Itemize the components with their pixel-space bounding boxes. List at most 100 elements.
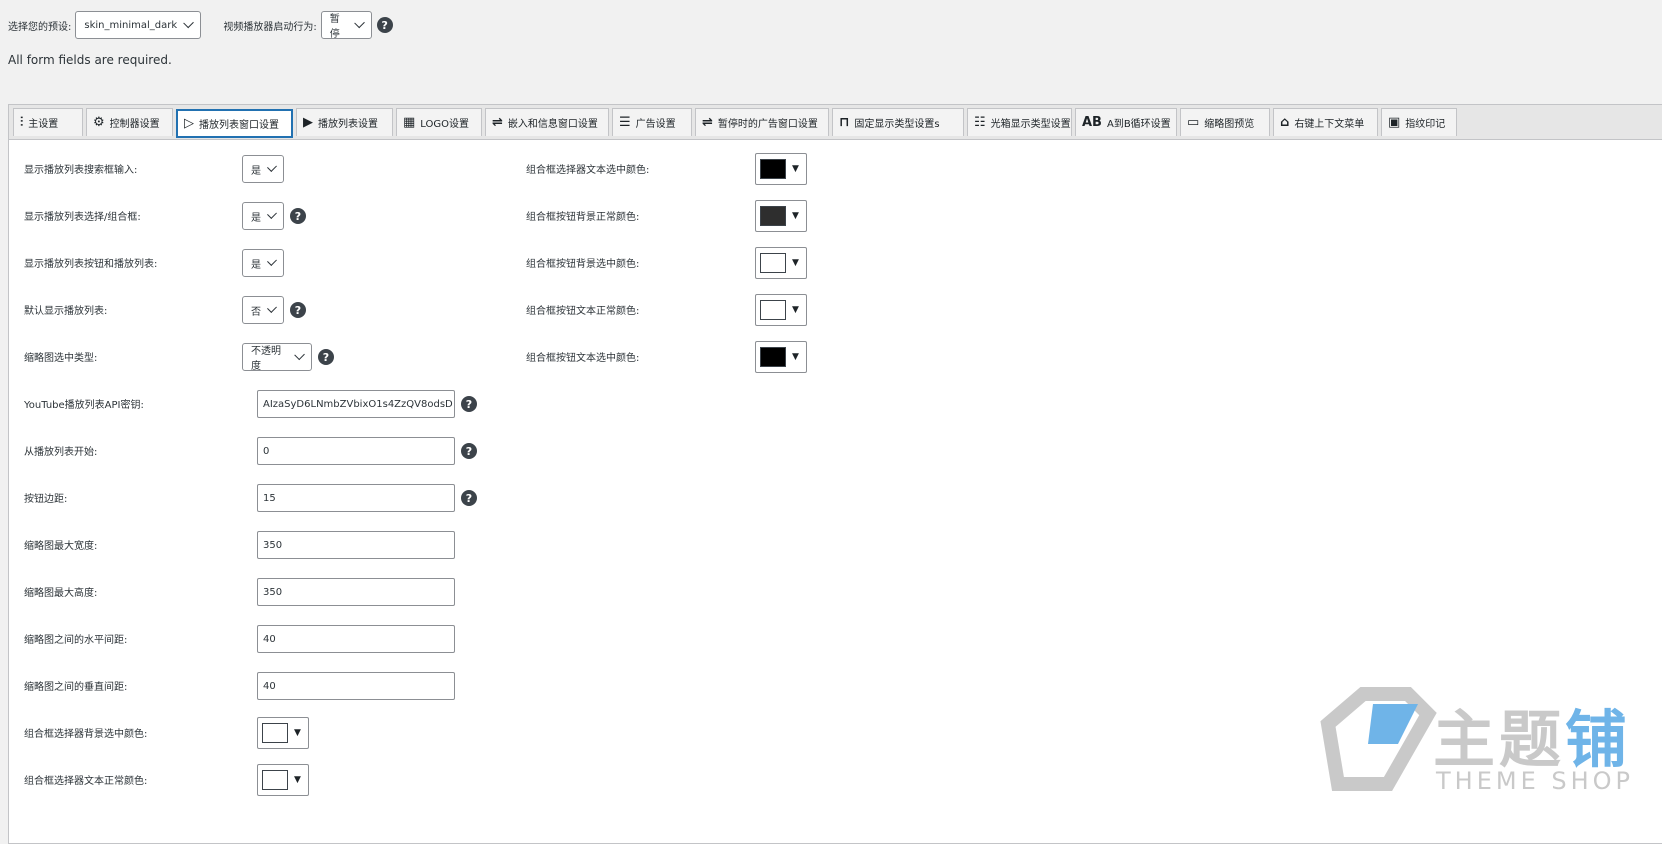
tab-bar: ⫶ 主设置 ⚙ 控制器设置 ▷ 播放列表窗口设置 ▶ 播放列表设置 ▦ LOGO设置 ⇌ 嵌入和信息窗… — [9, 105, 1662, 140]
field-label: 缩略图选中类型: — [24, 353, 98, 364]
tab-label: 播放列表设置 — [318, 119, 378, 130]
tab-7[interactable]: ☰ 广告设置 — [612, 108, 692, 136]
field-label: 按钮边距: — [24, 494, 68, 505]
autoplay-value: 暂停 — [329, 14, 340, 40]
tab-12[interactable]: ▭ 缩略图预览 — [1180, 108, 1270, 136]
preset-value: skin_minimal_dark — [84, 19, 178, 31]
color-picker[interactable]: ▼ — [755, 200, 807, 232]
dropdown-arrow-icon: ▼ — [792, 352, 799, 362]
color-swatch — [760, 347, 786, 367]
dropdown-arrow-icon: ▼ — [792, 305, 799, 315]
field-select[interactable]: 否 — [242, 296, 284, 324]
mouse-icon: ⌂ — [1280, 115, 1290, 130]
tab-5[interactable]: ▦ LOGO设置 — [396, 108, 482, 136]
dropdown-arrow-icon: ▼ — [792, 211, 799, 221]
text-input[interactable]: 15 — [257, 484, 455, 512]
select-value: 是 — [251, 259, 261, 271]
field-label: 缩略图之间的水平间距: — [24, 635, 128, 646]
watermark-title-blue: 铺 — [1565, 703, 1632, 776]
field-label: 组合框选择器文本正常颜色: — [24, 776, 148, 787]
sticky-icon: ⊓ — [839, 115, 850, 130]
field-select[interactable]: 是 — [242, 155, 284, 183]
chevron-down-icon — [267, 162, 277, 172]
color-swatch — [760, 253, 786, 273]
lightbox-icon: ☷ — [974, 115, 986, 130]
tab-label: 主设置 — [28, 119, 59, 130]
ad-icon: ☰ — [619, 115, 631, 130]
tab-6[interactable]: ⇌ 嵌入和信息窗口设置 — [485, 108, 609, 136]
color-swatch — [760, 159, 786, 179]
color-picker[interactable]: ▼ — [755, 247, 807, 279]
text-input[interactable]: 40 — [257, 672, 455, 700]
preset-select[interactable]: skin_minimal_dark — [75, 11, 202, 39]
help-icon[interactable]: ? — [318, 349, 334, 365]
color-picker[interactable]: ▼ — [257, 717, 309, 749]
autoplay-select[interactable]: 暂停 — [320, 11, 372, 40]
tab-label: A到B循环设置 — [1106, 119, 1171, 130]
help-icon[interactable]: ? — [290, 208, 306, 224]
color-picker[interactable]: ▼ — [755, 153, 807, 185]
color-swatch — [262, 723, 288, 743]
monitor-icon: ▭ — [1187, 115, 1200, 130]
tab-label: 光箱显示类型设置 — [990, 119, 1071, 130]
logo-icon: ▦ — [403, 115, 416, 130]
field-select[interactable]: 是 — [242, 202, 284, 230]
tab-label: 右键上下文菜单 — [1294, 119, 1365, 130]
tab-9[interactable]: ⊓ 固定显示类型设置s — [832, 108, 964, 136]
field-label: 组合框按钮背景选中颜色: — [526, 259, 640, 270]
help-icon[interactable]: ? — [376, 17, 393, 33]
tab-8[interactable]: ⇌ 暂停时的广告窗口设置 — [695, 108, 829, 136]
sliders-icon: ⫶ — [20, 115, 24, 130]
field-label: 组合框按钮文本选中颜色: — [526, 353, 640, 364]
field-label: 从播放列表开始: — [24, 447, 98, 458]
field-label: 组合框按钮背景正常颜色: — [526, 212, 640, 223]
help-icon[interactable]: ? — [461, 396, 477, 412]
pause-ad-icon: ⇌ — [702, 115, 713, 130]
text-input[interactable]: AIzaSyD6LNmbZVbixO1s4ZzQV8odsD — [257, 390, 455, 418]
tab-11[interactable]: AB A到B循环设置 — [1075, 108, 1177, 136]
chevron-down-icon — [267, 256, 277, 266]
tab-label: 指纹印记 — [1405, 119, 1446, 130]
select-value: 不透明度 — [251, 346, 281, 372]
tab-4[interactable]: ▶ 播放列表设置 — [296, 108, 393, 136]
help-icon[interactable]: ? — [461, 490, 477, 506]
color-picker[interactable]: ▼ — [755, 341, 807, 373]
dropdown-arrow-icon: ▼ — [294, 775, 301, 785]
top-row: 选择您的预设: skin_minimal_dark 视频播放器启动行为: 暂停 … — [8, 11, 393, 40]
tab-label: LOGO设置 — [420, 119, 470, 130]
text-input[interactable]: 350 — [257, 578, 455, 606]
playlist-window-icon: ▷ — [184, 116, 194, 131]
color-swatch — [262, 770, 288, 790]
tab-label: 广告设置 — [635, 119, 676, 130]
text-input[interactable]: 0 — [257, 437, 455, 465]
chevron-down-icon — [293, 349, 305, 361]
tab-14[interactable]: ▣ 指纹印记 — [1381, 108, 1457, 136]
color-picker[interactable]: ▼ — [257, 764, 309, 796]
field-label: 显示播放列表选择/组合框: — [24, 212, 141, 223]
field-select[interactable]: 不透明度 — [242, 343, 312, 372]
field-select[interactable]: 是 — [242, 249, 284, 277]
watermark-title-gray: 主题 — [1433, 703, 1566, 776]
select-value: 否 — [251, 306, 261, 318]
text-input[interactable]: 40 — [257, 625, 455, 653]
autoplay-label: 视频播放器启动行为: — [223, 21, 317, 33]
tab-10[interactable]: ☷ 光箱显示类型设置 — [967, 108, 1072, 136]
tab-13[interactable]: ⌂ 右键上下文菜单 — [1273, 108, 1378, 136]
chevron-down-icon — [267, 303, 277, 313]
dropdown-arrow-icon: ▼ — [294, 728, 301, 738]
color-picker[interactable]: ▼ — [755, 294, 807, 326]
watermark-title: 主题铺 — [1433, 689, 1631, 779]
text-input[interactable]: 350 — [257, 531, 455, 559]
tab-label: 播放列表窗口设置 — [199, 120, 279, 131]
field-label: 显示播放列表按钮和播放列表: — [24, 259, 158, 270]
tab-1[interactable]: ⫶ 主设置 — [13, 108, 83, 136]
tab-label: 缩略图预览 — [1204, 119, 1255, 130]
color-swatch — [760, 300, 786, 320]
chevron-down-icon — [353, 17, 365, 29]
tab-2[interactable]: ⚙ 控制器设置 — [86, 108, 173, 136]
required-notice: All form fields are required. — [8, 53, 172, 67]
help-icon[interactable]: ? — [290, 302, 306, 318]
tab-3[interactable]: ▷ 播放列表窗口设置 — [176, 109, 293, 138]
chevron-down-icon — [183, 17, 195, 29]
help-icon[interactable]: ? — [461, 443, 477, 459]
